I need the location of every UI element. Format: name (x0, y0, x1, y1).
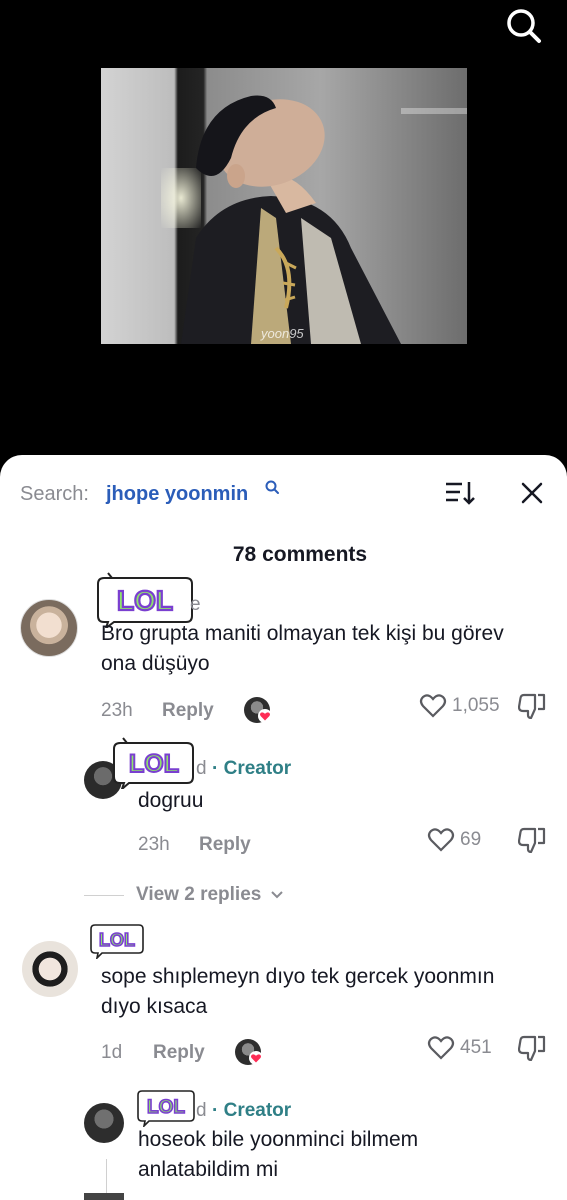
like-heart-icon[interactable] (419, 693, 447, 719)
view-replies-button[interactable]: View 2 replies (136, 884, 284, 906)
replies-divider (84, 895, 124, 896)
lol-sticker-text: LOL (129, 750, 179, 778)
like-heart-icon[interactable] (427, 827, 455, 853)
comments-sheet: Search: jhope yoonmin 78 comments LOL e … (0, 455, 567, 1200)
comment-text: Bro grupta maniti olmayan tek kişi bu gö… (101, 622, 504, 675)
search-icon[interactable] (502, 6, 546, 46)
search-term-link[interactable]: jhope yoonmin (106, 483, 248, 506)
reply-button[interactable]: Reply (162, 700, 214, 722)
reply-username[interactable]: d (196, 758, 207, 780)
search-prefix-label: Search: (20, 483, 89, 505)
lol-sticker-text: LOL (147, 1097, 185, 1118)
chevron-down-icon (270, 891, 283, 899)
video-thumbnail[interactable]: yoon95 (101, 68, 467, 344)
search-icon-small[interactable] (264, 479, 282, 497)
video-area[interactable]: yoon95 (0, 0, 567, 470)
creator-badge: · Creator (212, 758, 292, 779)
lol-sticker: LOL (88, 921, 146, 959)
reply-button[interactable]: Reply (153, 1042, 205, 1064)
video-watermark: yoon95 (261, 326, 304, 341)
comment-count-title: 78 comments (232, 543, 368, 566)
close-icon[interactable] (518, 479, 546, 507)
creator-liked-heart-icon (249, 1051, 263, 1065)
creator-badge: · Creator (212, 1100, 292, 1121)
reply-username[interactable]: d (196, 1100, 207, 1122)
like-heart-icon[interactable] (427, 1035, 455, 1061)
creator-liked-heart-icon (258, 709, 272, 723)
reply-button[interactable]: Reply (199, 834, 251, 856)
lol-sticker: LOL (135, 1087, 197, 1127)
like-count: 451 (460, 1037, 492, 1058)
dislike-icon[interactable] (517, 825, 546, 854)
sheet-header: Search: jhope yoonmin 78 comments (0, 455, 567, 566)
comment-text: sope shıplemeyn dıyo tek gercek yoonmın … (101, 965, 495, 1018)
like-count: 69 (460, 829, 482, 850)
reply-text: hoseok bile yoonminci bilmem anlatabildi… (138, 1128, 419, 1181)
person-illustration (181, 95, 401, 344)
reply-text: dogruu (138, 789, 204, 812)
reply-time: 23h (138, 834, 170, 855)
next-reply-avatar[interactable] (84, 1193, 124, 1200)
like-count: 1,055 (452, 695, 500, 716)
lol-sticker: LOL (111, 737, 195, 789)
comment-username[interactable]: e (190, 594, 201, 616)
reply-avatar[interactable] (84, 1103, 124, 1143)
comment-avatar[interactable] (22, 941, 78, 997)
lol-sticker-text: LOL (117, 585, 173, 616)
comment-avatar[interactable] (20, 599, 78, 657)
lol-sticker-text: LOL (99, 930, 135, 950)
sort-icon[interactable] (444, 479, 476, 507)
comment-time: 1d (101, 1042, 123, 1063)
comment-time: 23h (101, 700, 133, 721)
view-replies-label: View 2 replies (136, 884, 262, 905)
dislike-icon[interactable] (517, 691, 546, 720)
dislike-icon[interactable] (517, 1033, 546, 1062)
